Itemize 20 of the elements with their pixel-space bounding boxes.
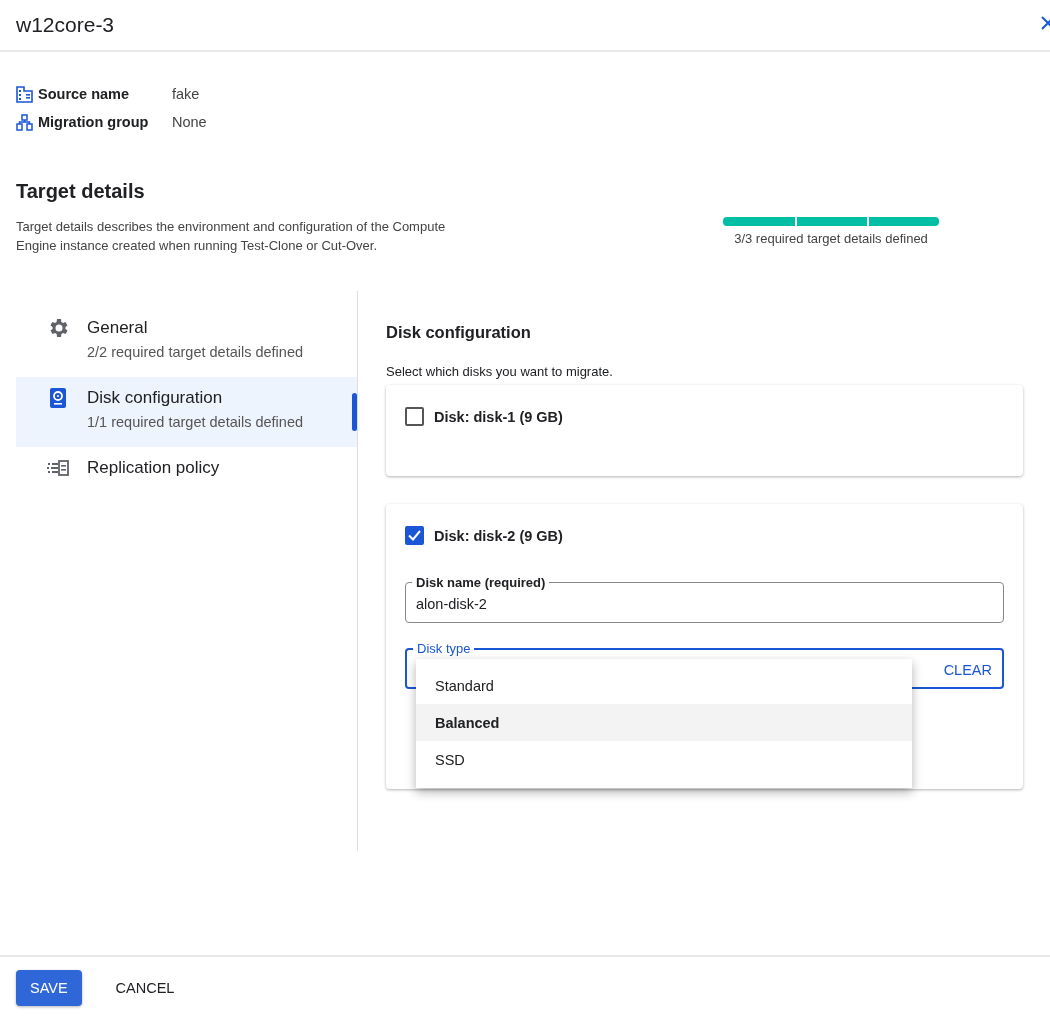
item-label: Replication policy <box>87 458 220 478</box>
field-label: Disk name (required) <box>415 575 547 590</box>
panel-title: Disk configuration <box>386 323 532 342</box>
info-value: None <box>172 114 207 130</box>
item-label: Disk configuration <box>87 388 224 408</box>
progress-label: 3/3 required target details defined <box>734 231 928 246</box>
window-title: w12core-3 <box>16 13 115 37</box>
field-value: alon-disk-2 <box>416 596 487 612</box>
info-value: fake <box>172 86 200 102</box>
disk-label: Disk: disk-2 (9 GB) <box>434 527 563 544</box>
item-label: General <box>87 318 149 338</box>
section-description: Target details describes the environment and configuration of the Compute Engine instance created when running Test-Clone or Cut-Over. <box>16 218 447 255</box>
disk-label: Disk: disk-1 (9 GB) <box>434 408 563 425</box>
panel-hint: Select which disks you want to migrate. <box>386 364 614 379</box>
item-subtitle: 1/1 required target details defined <box>87 414 304 430</box>
field-label: Disk type <box>416 641 472 656</box>
section-title: Target details <box>16 180 146 203</box>
info-label: Migration group <box>38 114 150 130</box>
info-label: Source name <box>38 86 131 102</box>
item-subtitle: 2/2 required target details defined <box>87 344 304 360</box>
